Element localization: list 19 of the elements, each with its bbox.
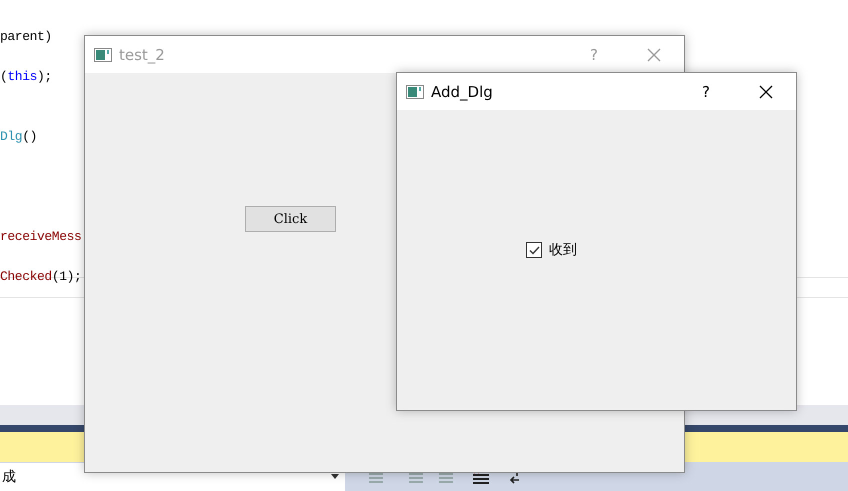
code-token: receiveMess [0,229,82,244]
code-token: this [7,69,38,84]
window-icon [406,84,424,98]
checkbox-label: 收到 [549,241,577,259]
code-token: Checked [0,269,52,284]
code-token: () [22,129,38,144]
code-token: ( [0,69,8,84]
window-icon [94,48,112,62]
window-title: test_2 [119,46,166,64]
click-button[interactable]: Click [245,206,336,232]
code-token: parent) [0,29,52,44]
check-icon [528,246,540,254]
code-token: (1); [52,269,82,284]
close-icon[interactable] [759,84,773,98]
code-token: ); [37,69,52,84]
help-button[interactable]: ? [702,82,759,100]
window-title: Add_Dlg [431,82,494,100]
checkbox[interactable] [526,242,542,258]
code-token: Dlg [0,129,22,144]
